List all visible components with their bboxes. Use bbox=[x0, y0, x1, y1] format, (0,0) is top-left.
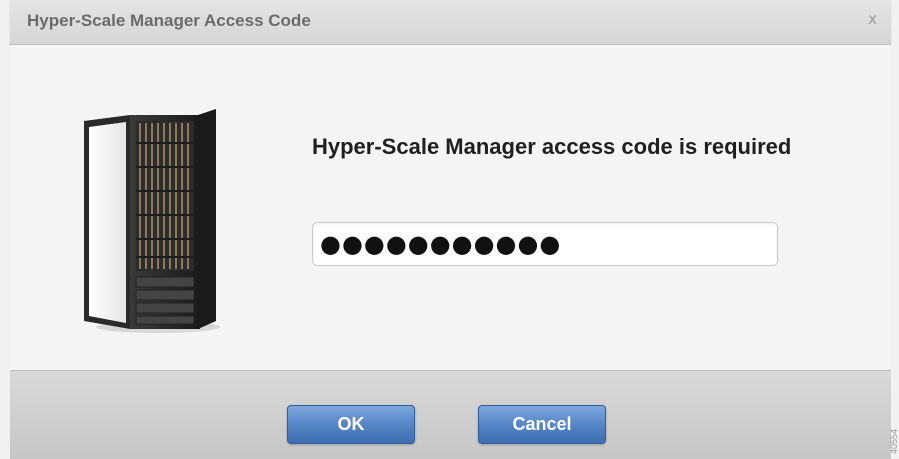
access-code-value: ●●●●●●●●●●● bbox=[320, 230, 562, 258]
access-code-dialog: Hyper-Scale Manager Access Code x Hyper-… bbox=[0, 0, 899, 459]
close-icon[interactable]: x bbox=[868, 10, 877, 28]
dialog-title: Hyper-Scale Manager Access Code bbox=[27, 11, 311, 30]
figure-id-watermark: 40554 bbox=[889, 388, 899, 454]
cancel-button[interactable]: Cancel bbox=[478, 405, 606, 444]
access-code-field[interactable]: ●●●●●●●●●●● bbox=[312, 222, 778, 266]
dialog-titlebar: Hyper-Scale Manager Access Code x bbox=[10, 0, 891, 45]
figure-id-text: 40554 bbox=[889, 428, 899, 454]
dialog-footer: OK Cancel bbox=[10, 370, 891, 459]
ok-button[interactable]: OK bbox=[287, 405, 415, 444]
dialog-content: Hyper-Scale Manager access code is requi… bbox=[10, 45, 891, 370]
access-code-message: Hyper-Scale Manager access code is requi… bbox=[312, 134, 792, 159]
server-rack-icon bbox=[84, 109, 220, 333]
